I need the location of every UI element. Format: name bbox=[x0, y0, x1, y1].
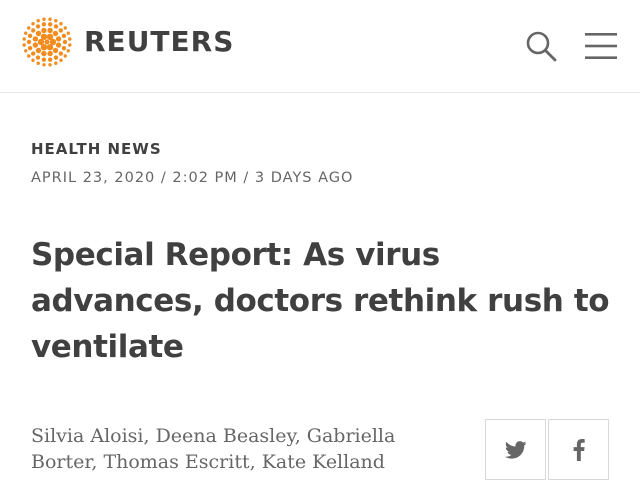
logo-dot bbox=[24, 31, 28, 35]
article-byline[interactable]: Silvia Aloisi, Deena Beasley, Gabriella … bbox=[31, 423, 451, 475]
logo-dot bbox=[36, 19, 40, 23]
article-headline: Special Report: As virus advances, docto… bbox=[31, 237, 610, 365]
logo-dot bbox=[68, 37, 72, 41]
article-dateline: APRIL 23, 2020 / 2:02 PM / 3 DAYS AGO bbox=[31, 170, 354, 186]
logo-dot bbox=[35, 24, 41, 29]
logo-dot bbox=[41, 50, 47, 57]
logo-dot bbox=[41, 22, 47, 27]
share-facebook-button[interactable] bbox=[548, 419, 609, 480]
logo-dot bbox=[47, 57, 53, 62]
logo-dot bbox=[68, 43, 72, 47]
logo-dot bbox=[48, 63, 52, 67]
logo-text: REUTERS bbox=[84, 25, 235, 58]
logo-dot bbox=[47, 27, 53, 34]
logo-dot bbox=[27, 45, 33, 51]
logo-dot bbox=[54, 19, 58, 23]
logo-dot bbox=[35, 47, 42, 54]
logo-dot bbox=[44, 39, 50, 45]
logo-dot bbox=[35, 55, 41, 60]
logo-dot bbox=[41, 57, 47, 62]
reuters-dot-logo-icon bbox=[22, 17, 72, 67]
logo-dot bbox=[42, 17, 46, 21]
logo-dot bbox=[46, 44, 54, 51]
hamburger-menu-icon[interactable] bbox=[584, 31, 618, 61]
logo-dot bbox=[32, 42, 39, 48]
logo-dot bbox=[35, 30, 42, 37]
search-icon[interactable] bbox=[524, 29, 558, 63]
section-label[interactable]: HEALTH NEWS bbox=[31, 140, 162, 158]
logo-dot bbox=[32, 36, 39, 42]
share-buttons bbox=[485, 419, 609, 480]
logo-dot bbox=[31, 22, 35, 26]
logo-dot bbox=[52, 30, 59, 37]
logo-dot bbox=[53, 24, 59, 29]
share-twitter-button[interactable] bbox=[485, 419, 546, 480]
logo-dot bbox=[42, 63, 46, 67]
logo-dot bbox=[31, 58, 35, 62]
twitter-icon bbox=[504, 440, 526, 459]
logo-dot bbox=[22, 37, 26, 41]
logo-dot bbox=[66, 49, 70, 53]
logo-dot bbox=[63, 26, 67, 30]
logo-dot bbox=[36, 61, 40, 65]
logo-dot bbox=[27, 54, 31, 58]
logo-dot bbox=[59, 22, 63, 26]
logo-dot bbox=[59, 58, 63, 62]
logo-dot bbox=[24, 49, 28, 53]
facebook-icon bbox=[573, 438, 585, 461]
logo-dot bbox=[40, 33, 48, 40]
logo-dot bbox=[31, 28, 36, 33]
logo-dot bbox=[41, 27, 47, 34]
logo-dot bbox=[26, 39, 32, 45]
logo-dot bbox=[22, 43, 26, 47]
logo-dot bbox=[55, 42, 62, 48]
logo-dot bbox=[58, 51, 63, 56]
logo-dot bbox=[46, 33, 54, 40]
logo-dot bbox=[52, 47, 59, 54]
logo-dot bbox=[48, 17, 52, 21]
site-header: REUTERS bbox=[0, 0, 640, 93]
logo-dot bbox=[27, 26, 31, 30]
logo-dot bbox=[47, 22, 53, 27]
logo-dot bbox=[62, 39, 68, 45]
logo-dot bbox=[54, 61, 58, 65]
logo-dot bbox=[53, 55, 59, 60]
logo-dot bbox=[55, 36, 62, 42]
reuters-logo[interactable]: REUTERS bbox=[22, 17, 234, 67]
logo-dot bbox=[61, 45, 67, 51]
logo-dot bbox=[63, 54, 67, 58]
logo-dot bbox=[61, 33, 67, 39]
logo-dot bbox=[58, 28, 63, 33]
logo-dot bbox=[66, 31, 70, 35]
logo-dot bbox=[27, 33, 33, 39]
logo-dot bbox=[47, 50, 53, 57]
logo-dot bbox=[31, 51, 36, 56]
